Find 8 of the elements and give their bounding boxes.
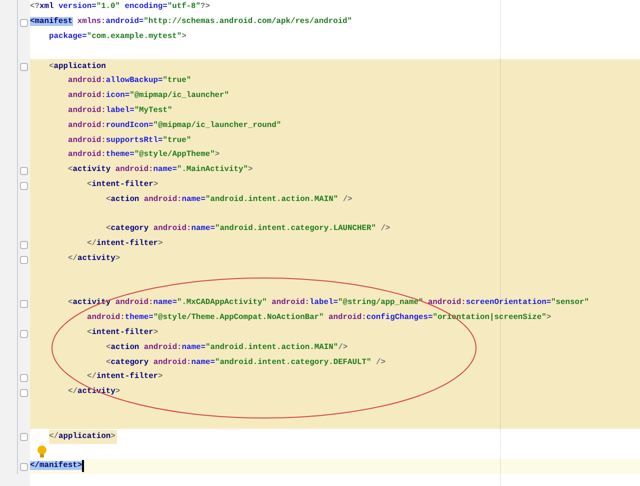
text-caret [82,460,84,472]
fold-icon[interactable] [20,63,28,72]
fold-icon[interactable] [20,330,28,338]
fold-icon[interactable] [20,18,28,27]
fold-icon[interactable] [20,433,28,442]
fold-icon[interactable] [20,300,28,308]
lightbulb-icon[interactable] [37,444,47,458]
fold-icon[interactable] [20,462,28,471]
